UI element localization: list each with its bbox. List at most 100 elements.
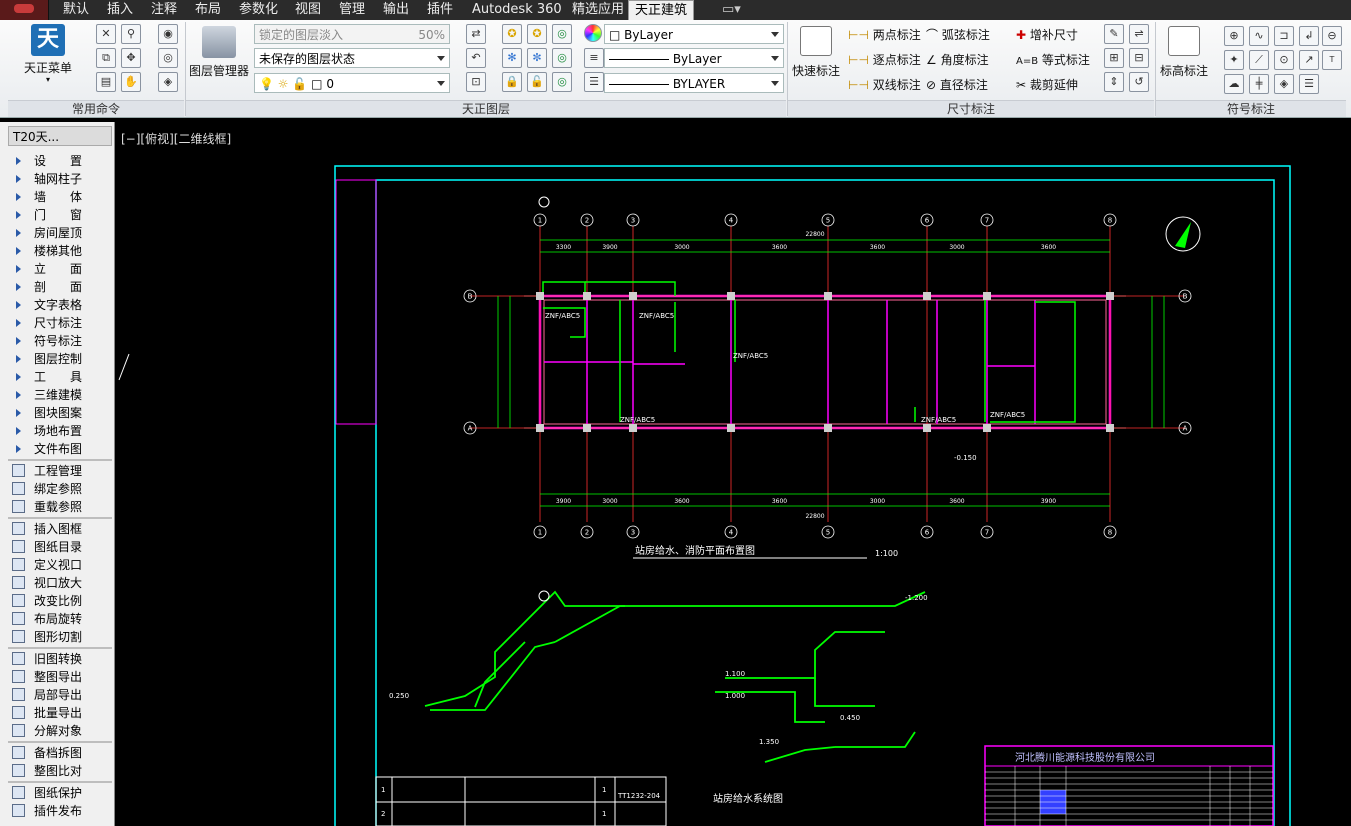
layer-state-dropdown[interactable]: 未保存的图层状态 [254, 48, 450, 68]
palette-item[interactable]: 插件发布 [8, 802, 112, 820]
text-list-icon[interactable]: ☰ [1299, 74, 1319, 94]
palette-item[interactable]: 图纸目录 [8, 538, 112, 556]
tab-insert[interactable]: 插入 [101, 0, 139, 20]
palette-item[interactable]: 整图比对 [8, 762, 112, 780]
compass-icon[interactable]: ✦ [1224, 50, 1244, 70]
tab-layout[interactable]: 布局 [189, 0, 227, 20]
tab-tangent-architecture[interactable]: 天正建筑 [628, 0, 695, 20]
slope-icon[interactable]: ⟋ [1249, 50, 1269, 70]
two-point-dim-button[interactable]: ⊢⊣ 两点标注 [848, 26, 921, 43]
palette-item[interactable]: 门 窗 [8, 206, 112, 224]
leader-icon[interactable]: ↗ [1299, 50, 1319, 70]
palette-item[interactable]: 分解对象 [8, 722, 112, 740]
layer-walk-icon[interactable]: ◎ [552, 72, 572, 92]
freeze-icon[interactable]: ✻ [502, 48, 522, 68]
pan-hand-icon[interactable]: ✋ [121, 72, 141, 92]
palette-item[interactable]: 绑定参照 [8, 480, 112, 498]
tab-plugins[interactable]: 插件 [421, 0, 459, 20]
break-line-icon[interactable]: ∿ [1249, 26, 1269, 46]
palette-item[interactable]: 局部导出 [8, 686, 112, 704]
layer-on-all-icon[interactable]: ◎ [552, 48, 572, 68]
palette-item[interactable]: 墙 体 [8, 188, 112, 206]
double-line-dim-button[interactable]: ⊢⊣ 双线标注 [848, 76, 921, 93]
layer-off-icon[interactable]: ◉ [158, 24, 178, 44]
elevation-mark-button[interactable]: 标高标注 [1158, 26, 1210, 79]
palette-item[interactable]: 设 置 [8, 152, 112, 170]
application-menu-button[interactable] [0, 0, 49, 20]
paste-icon[interactable]: ▤ [96, 72, 116, 92]
palette-item[interactable]: 图层控制 [8, 350, 112, 368]
thaw-icon[interactable]: ✼ [527, 48, 547, 68]
tab-manage[interactable]: 管理 [333, 0, 371, 20]
palette-item[interactable]: 尺寸标注 [8, 314, 112, 332]
detail-callout-icon[interactable]: ⊙ [1274, 50, 1294, 70]
palette-item[interactable]: 旧图转换 [8, 650, 112, 668]
color-dropdown[interactable]: □ ByLayer [604, 24, 784, 44]
palette-item[interactable]: 楼梯其他 [8, 242, 112, 260]
palette-item[interactable]: 视口放大 [8, 574, 112, 592]
palette-item[interactable]: 房间屋顶 [8, 224, 112, 242]
erase-icon[interactable]: ✕ [96, 24, 116, 44]
center-line-icon[interactable]: ╪ [1249, 74, 1269, 94]
palette-item[interactable]: 轴网柱子 [8, 170, 112, 188]
palette-item[interactable]: 立 面 [8, 260, 112, 278]
dim-reset-icon[interactable]: ↺ [1129, 72, 1149, 92]
axis-number-icon[interactable]: ⊖ [1322, 26, 1342, 46]
current-layer-dropdown[interactable]: 💡 ☼ 🔓 □ 0 [254, 73, 450, 93]
palette-item[interactable]: 改变比例 [8, 592, 112, 610]
palette-item[interactable]: 工程管理 [8, 462, 112, 480]
layer-show-icon[interactable]: ◎ [552, 24, 572, 44]
palette-item[interactable]: 剖 面 [8, 278, 112, 296]
angle-dim-button[interactable]: ∠ 角度标注 [926, 51, 989, 68]
layer-bulb-all-icon[interactable]: ✪ [527, 24, 547, 44]
tab-parametric[interactable]: 参数化 [233, 0, 284, 20]
dim-move-icon[interactable]: ⇕ [1104, 72, 1124, 92]
layer-on-icon[interactable]: ◈ [158, 72, 178, 92]
palette-item[interactable]: 图纸保护 [8, 784, 112, 802]
palette-item[interactable]: 图形切割 [8, 628, 112, 646]
dim-split-icon[interactable]: ⊟ [1129, 48, 1149, 68]
tab-output[interactable]: 输出 [377, 0, 415, 20]
palette-item[interactable]: 整图导出 [8, 668, 112, 686]
palette-title[interactable]: T20天... [8, 126, 112, 146]
section-symbol-icon[interactable]: ⊐ [1274, 26, 1294, 46]
arrow-lead-icon[interactable]: ↲ [1299, 26, 1319, 46]
index-symbol-icon[interactable]: ⊕ [1224, 26, 1244, 46]
trim-extend-button[interactable]: ✂ 裁剪延伸 [1016, 76, 1078, 93]
palette-item[interactable]: 布局旋转 [8, 610, 112, 628]
cad-drawing-canvas[interactable]: 12345678 12345678 B BA A 22800 22800 3300 3… [115, 122, 1351, 826]
palette-item[interactable]: 插入图框 [8, 520, 112, 538]
arc-chord-dim-button[interactable]: ⌒ 弧弦标注 [926, 26, 990, 43]
palette-item[interactable]: 文字表格 [8, 296, 112, 314]
ribbon-display-toggle-icon[interactable]: ▭▾ [716, 0, 747, 20]
diamond-mark-icon[interactable]: ◈ [1274, 74, 1294, 94]
linetype-dropdown[interactable]: ByLayer [604, 48, 784, 68]
point-by-point-dim-button[interactable]: ⊢⊣ 逐点标注 [848, 51, 921, 68]
lineweight-dropdown[interactable]: BYLAYER [604, 73, 784, 93]
tab-autodesk360[interactable]: Autodesk 360 [466, 0, 568, 20]
layer-previous-icon[interactable]: ↶ [466, 48, 486, 68]
layer-manager-button[interactable]: 图层管理器 [188, 26, 250, 79]
palette-item[interactable]: 场地布置 [8, 422, 112, 440]
tab-annotate[interactable]: 注释 [145, 0, 183, 20]
dim-align-icon[interactable]: ⇌ [1129, 24, 1149, 44]
copy-icon[interactable]: ⧉ [96, 48, 116, 68]
palette-item[interactable]: 批量导出 [8, 704, 112, 722]
palette-item[interactable]: 图块图案 [8, 404, 112, 422]
tab-view[interactable]: 视图 [289, 0, 327, 20]
unlock-all-icon[interactable]: 🔓 [527, 72, 547, 92]
palette-item[interactable]: 定义视口 [8, 556, 112, 574]
palette-item[interactable]: 符号标注 [8, 332, 112, 350]
tangent-menu-button[interactable]: 天 天正菜单 ▾ [16, 24, 80, 84]
palette-item[interactable]: 重载参照 [8, 498, 112, 516]
equation-dim-button[interactable]: A=B 等式标注 [1016, 51, 1090, 68]
palette-item[interactable]: 备档拆图 [8, 744, 112, 762]
move-icon[interactable]: ✥ [121, 48, 141, 68]
palette-item[interactable]: 工 具 [8, 368, 112, 386]
circle-icon[interactable]: ◎ [158, 48, 178, 68]
layer-bulb-icon[interactable]: ✪ [502, 24, 522, 44]
add-dim-button[interactable]: ✚ 增补尺寸 [1016, 26, 1078, 43]
palette-item[interactable]: 文件布图 [8, 440, 112, 458]
quick-dimension-button[interactable]: 快速标注 [790, 26, 842, 79]
tab-default[interactable]: 默认 [57, 0, 95, 20]
